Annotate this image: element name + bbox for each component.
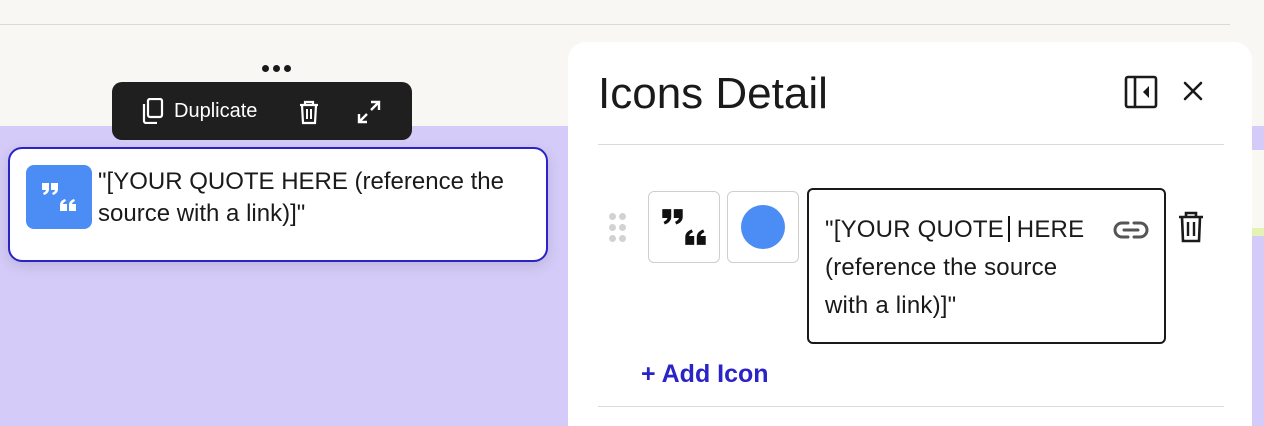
panel-divider-bottom — [598, 406, 1224, 407]
expand-icon — [357, 100, 381, 124]
copy-icon — [142, 98, 164, 124]
sidebar-toggle-icon — [1124, 75, 1158, 109]
link-icon — [1113, 221, 1149, 239]
adjacent-block-accent — [1250, 228, 1264, 236]
color-swatch — [741, 205, 785, 249]
duplicate-button[interactable]: Duplicate — [142, 82, 257, 140]
text-caret — [1007, 216, 1010, 242]
quote-icon — [26, 165, 92, 229]
header-divider — [0, 24, 1230, 25]
expand-button[interactable] — [356, 99, 382, 125]
icon-text-field[interactable]: "[YOUR QUOTE HERE (reference the source … — [807, 188, 1166, 344]
drag-handle-icon[interactable] — [609, 213, 629, 243]
panel-title: Icons Detail — [598, 69, 828, 118]
more-options-icon[interactable] — [258, 58, 294, 78]
icon-text-value: "[YOUR QUOTE HERE (reference the source … — [825, 216, 1085, 319]
quote-block[interactable]: "[YOUR QUOTE HERE (reference the source … — [8, 147, 548, 262]
sidebar-toggle-button[interactable] — [1124, 75, 1158, 109]
panel-divider — [598, 144, 1224, 145]
icon-picker-button[interactable] — [648, 191, 720, 263]
trash-icon — [1179, 211, 1203, 243]
close-icon — [1183, 81, 1203, 101]
delete-icon-button[interactable] — [1176, 210, 1206, 244]
adjacent-block-edge — [1250, 150, 1264, 236]
icons-detail-panel: Icons Detail "[YOUR QUOTE HERE (referenc… — [568, 42, 1252, 426]
block-toolbar: Duplicate — [112, 82, 412, 140]
color-picker-button[interactable] — [727, 191, 799, 263]
duplicate-label: Duplicate — [174, 99, 258, 122]
link-button[interactable] — [1111, 216, 1151, 244]
quote-text: "[YOUR QUOTE HERE (reference the source … — [98, 168, 504, 227]
trash-icon — [300, 100, 318, 125]
close-button[interactable] — [1180, 78, 1206, 104]
add-icon-button[interactable]: + Add Icon — [641, 360, 769, 389]
quote-icon — [662, 209, 706, 245]
delete-block-button[interactable] — [296, 99, 322, 125]
